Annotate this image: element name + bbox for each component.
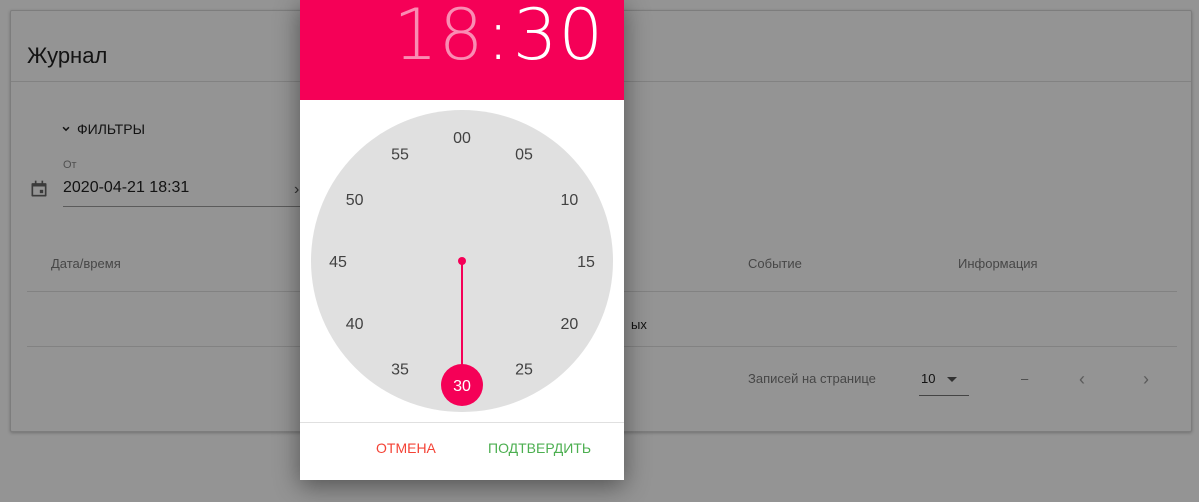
minute-label-35[interactable]: 35 xyxy=(391,361,409,378)
minutes-display[interactable]: 30 xyxy=(513,0,604,76)
minute-label-00[interactable]: 00 xyxy=(453,130,471,147)
minute-label-55[interactable]: 55 xyxy=(391,147,409,164)
minute-label-50[interactable]: 50 xyxy=(346,192,364,209)
minute-label-20[interactable]: 20 xyxy=(560,316,578,333)
time-picker-header: 18:30 xyxy=(300,0,624,100)
minute-label-40[interactable]: 40 xyxy=(346,316,364,333)
clock-center-dot xyxy=(458,257,466,265)
time-picker-dialog: 18:30 00 05 10 15 20 25 30 35 40 45 50 55 xyxy=(300,0,624,480)
clock-container: 00 05 10 15 20 25 30 35 40 45 50 55 xyxy=(300,100,624,422)
minute-label-30[interactable]: 30 xyxy=(453,378,471,395)
time-display: 18:30 xyxy=(393,0,604,76)
time-separator: : xyxy=(486,0,511,76)
minute-label-45[interactable]: 45 xyxy=(329,254,347,271)
actions-divider xyxy=(300,422,624,423)
minute-label-05[interactable]: 05 xyxy=(515,147,533,164)
hours-display[interactable]: 18 xyxy=(393,0,484,76)
clock-face[interactable]: 00 05 10 15 20 25 30 35 40 45 50 55 xyxy=(300,100,624,422)
confirm-button[interactable]: ПОДТВЕРДИТЬ xyxy=(482,436,597,460)
minute-label-25[interactable]: 25 xyxy=(515,361,533,378)
cancel-button[interactable]: ОТМЕНА xyxy=(370,436,442,460)
minute-label-10[interactable]: 10 xyxy=(560,192,578,209)
minute-label-15[interactable]: 15 xyxy=(577,254,595,271)
